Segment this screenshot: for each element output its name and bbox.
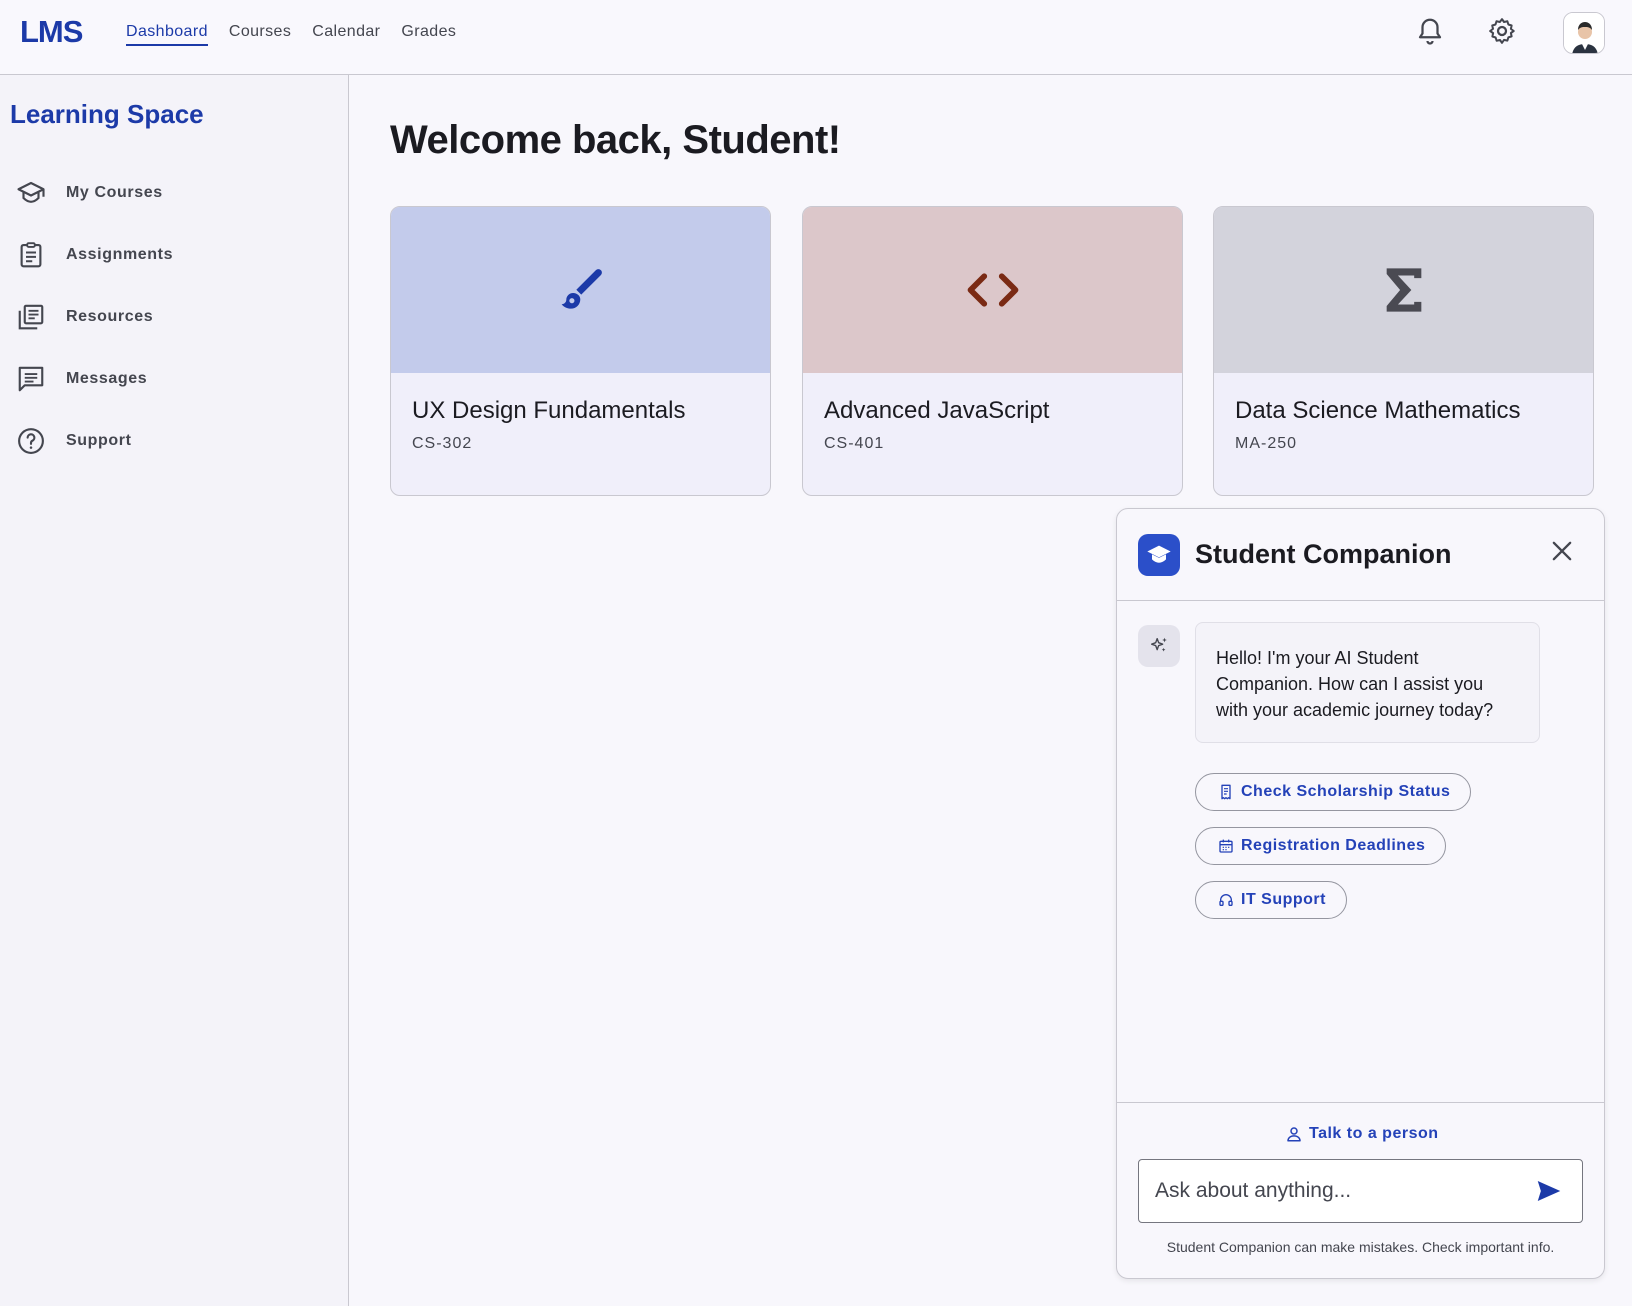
sidebar-item-label: Messages — [66, 370, 148, 387]
message-icon — [18, 366, 44, 392]
course-card-ux-design[interactable]: UX Design Fundamentals CS-302 — [390, 206, 771, 496]
sidebar-item-my-courses[interactable]: My Courses — [16, 177, 163, 209]
receipt-icon — [1221, 784, 1231, 800]
avatar-image — [1564, 13, 1604, 53]
assignment-icon — [20, 242, 42, 268]
gear-icon[interactable] — [1487, 16, 1517, 46]
course-code: MA-250 — [1235, 435, 1298, 452]
chat-disclaimer: Student Companion can make mistakes. Che… — [1166, 1239, 1555, 1255]
chat-footer: Talk to a person Student Companion can m… — [1117, 1102, 1604, 1278]
school-icon — [17, 181, 45, 203]
sidebar-item-assignments[interactable]: Assignments — [16, 239, 173, 271]
chip-check-scholarship[interactable]: Check Scholarship Status — [1195, 773, 1472, 811]
ai-avatar — [1138, 625, 1180, 667]
course-card-data-science[interactable]: Data Science Mathematics MA-250 — [1213, 206, 1594, 496]
course-title: Data Science Mathematics — [1235, 397, 1521, 424]
talk-to-person-label: Talk to a person — [1309, 1125, 1439, 1142]
help-icon — [18, 428, 44, 454]
main-nav: Dashboard Courses Calendar Grades — [126, 0, 477, 75]
user-avatar[interactable] — [1563, 12, 1605, 54]
chip-label: IT Support — [1241, 891, 1326, 908]
person-icon — [1287, 1127, 1301, 1142]
send-icon[interactable] — [1534, 1176, 1564, 1206]
sidebar-title: Learning Space — [10, 99, 204, 129]
nav-dashboard[interactable]: Dashboard — [126, 0, 208, 75]
calendar-icon — [1219, 839, 1233, 853]
close-icon[interactable] — [1548, 537, 1576, 565]
course-banner — [391, 207, 770, 373]
school-icon — [1147, 545, 1171, 563]
nav-calendar-label: Calendar — [312, 23, 381, 40]
course-code: CS-302 — [412, 435, 473, 452]
headset-icon — [1219, 894, 1233, 906]
course-banner — [1214, 207, 1593, 373]
sidebar-item-label: Resources — [66, 308, 154, 325]
sidebar: Learning Space My Courses Assignments Re… — [0, 75, 349, 1306]
course-banner — [803, 207, 1182, 373]
course-card-javascript[interactable]: Advanced JavaScript CS-401 — [802, 206, 1183, 496]
sidebar-item-messages[interactable]: Messages — [16, 363, 147, 395]
top-bar: LMS Dashboard Courses Calendar Grades — [0, 0, 1632, 75]
sidebar-item-resources[interactable]: Resources — [16, 301, 153, 333]
bell-icon[interactable] — [1415, 16, 1445, 46]
nav-grades[interactable]: Grades — [401, 0, 456, 75]
sigma-icon — [1386, 268, 1421, 312]
code-icon — [967, 273, 1018, 307]
sidebar-item-label: My Courses — [66, 184, 163, 201]
nav-grades-label: Grades — [401, 23, 457, 40]
page-title: Welcome back, Student! — [390, 118, 841, 162]
talk-to-person-link[interactable]: Talk to a person — [1285, 1125, 1439, 1143]
course-code: CS-401 — [824, 435, 885, 452]
chat-input[interactable] — [1155, 1160, 1515, 1222]
nav-courses[interactable]: Courses — [229, 0, 291, 75]
companion-logo — [1138, 534, 1180, 576]
nav-calendar[interactable]: Calendar — [312, 0, 380, 75]
app-logo[interactable]: LMS — [20, 14, 83, 50]
bot-message: Hello! I'm your AI Student Companion. Ho… — [1195, 622, 1540, 743]
chip-label: Registration Deadlines — [1241, 837, 1426, 854]
student-companion-panel: Student Companion Hello! I'm your AI Stu… — [1116, 508, 1605, 1279]
sidebar-item-label: Support — [66, 432, 132, 449]
chat-input-box — [1138, 1159, 1583, 1223]
chip-label: Check Scholarship Status — [1241, 783, 1451, 800]
nav-courses-label: Courses — [228, 23, 292, 40]
sidebar-item-support[interactable]: Support — [16, 425, 132, 457]
brush-icon — [561, 269, 602, 309]
nav-dashboard-label: Dashboard — [126, 23, 208, 40]
chip-registration-deadlines[interactable]: Registration Deadlines — [1195, 827, 1447, 865]
sidebar-item-label: Assignments — [66, 246, 174, 263]
active-tab-indicator — [126, 44, 208, 46]
chip-it-support[interactable]: IT Support — [1195, 881, 1347, 919]
chat-header: Student Companion — [1117, 509, 1604, 601]
chat-title: Student Companion — [1195, 539, 1452, 569]
course-title: Advanced JavaScript — [824, 397, 1050, 424]
library-icon — [18, 304, 44, 330]
sparkle-icon — [1150, 637, 1167, 652]
course-title: UX Design Fundamentals — [412, 397, 686, 424]
